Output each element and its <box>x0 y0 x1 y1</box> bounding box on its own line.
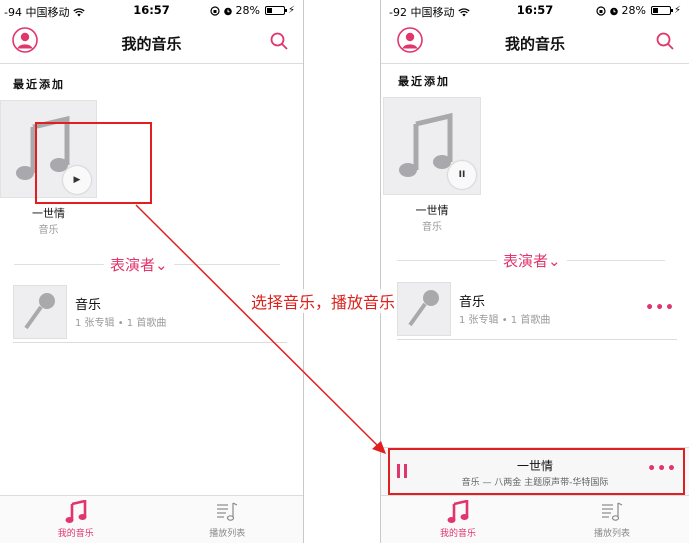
recently-added-heading: 最近添加 <box>13 78 65 91</box>
album-title: 一世情 <box>415 204 449 217</box>
search-icon[interactable] <box>655 31 675 51</box>
phone-screen-after: -92 中国移动 16:57 28% ⚡ 我的音乐 最近添加 II 一世情 音乐… <box>380 0 689 543</box>
status-bar: -92 中国移动 16:57 28% ⚡ <box>381 0 689 22</box>
more-options-icon[interactable]: ••• <box>645 300 675 316</box>
alarm-icon <box>223 7 232 15</box>
artist-thumbnail <box>397 282 451 336</box>
microphone-icon <box>408 290 439 327</box>
status-bar: -94 中国移动 16:57 28% ⚡ <box>0 0 303 22</box>
status-indicators: 28% ⚡ <box>209 4 295 17</box>
chevron-down-icon: ⌄ <box>155 256 168 274</box>
recently-added-heading: 最近添加 <box>398 75 450 88</box>
performers-dropdown[interactable]: 表演者⌄ <box>497 250 567 271</box>
music-note-icon <box>65 500 87 523</box>
microphone-icon <box>24 293 55 330</box>
tab-bar: 我的音乐 播放列表 <box>0 495 303 543</box>
artist-meta: 1 张专辑 • 1 首歌曲 <box>75 318 167 329</box>
now-playing-title: 一世情 <box>516 459 553 473</box>
pause-icon[interactable]: II <box>448 161 476 189</box>
tab-my-music[interactable]: 我的音乐 <box>381 500 535 539</box>
album-artwork[interactable]: ▶ <box>0 100 97 198</box>
page-title: 我的音乐 <box>504 35 565 53</box>
artist-row[interactable]: 音乐 1 张专辑 • 1 首歌曲 ••• <box>397 278 677 340</box>
navigation-bar: 我的音乐 <box>381 22 689 64</box>
battery-percent: 28% <box>235 4 260 17</box>
performers-divider: 表演者⌄ <box>14 254 280 275</box>
artist-name: 音乐 <box>459 295 486 310</box>
battery-icon <box>264 6 287 15</box>
album-artwork[interactable]: II <box>383 97 481 195</box>
rotation-lock-icon <box>209 5 220 16</box>
tab-bar: 我的音乐 播放列表 <box>381 495 689 543</box>
playlist-icon <box>602 502 623 521</box>
album-subtitle: 音乐 <box>38 225 59 236</box>
artist-meta: 1 张专辑 • 1 首歌曲 <box>459 315 551 326</box>
phone-screen-before: -94 中国移动 16:57 28% ⚡ 我的音乐 最近添加 ▶ 一世情 音乐 … <box>0 0 304 543</box>
performers-dropdown[interactable]: 表演者⌄ <box>104 254 174 275</box>
artist-thumbnail <box>13 285 67 339</box>
page-title: 我的音乐 <box>121 35 182 53</box>
alarm-icon <box>609 7 618 15</box>
album-subtitle: 音乐 <box>422 222 442 233</box>
performers-divider: 表演者⌄ <box>397 250 665 271</box>
charging-icon: ⚡ <box>673 5 681 16</box>
mini-player[interactable]: 一世情 音乐 — 八两金 主题原声带-华特国际 ••• <box>381 447 689 495</box>
more-options-icon[interactable]: ••• <box>647 461 677 477</box>
tab-playlists[interactable]: 播放列表 <box>152 500 304 539</box>
search-icon[interactable] <box>269 31 289 51</box>
now-playing-subtitle: 音乐 — 八两金 主题原声带-华特国际 <box>461 478 609 488</box>
playlist-icon <box>217 502 238 521</box>
artist-name: 音乐 <box>75 298 102 313</box>
tab-playlists[interactable]: 播放列表 <box>535 500 689 539</box>
status-indicators: 28% ⚡ <box>595 4 681 17</box>
chevron-down-icon: ⌄ <box>548 252 561 270</box>
album-title: 一世情 <box>32 207 65 220</box>
artist-row[interactable]: 音乐 1 张专辑 • 1 首歌曲 <box>13 281 287 343</box>
charging-icon: ⚡ <box>287 5 295 16</box>
rotation-lock-icon <box>595 5 606 16</box>
navigation-bar: 我的音乐 <box>0 22 303 64</box>
play-icon[interactable]: ▶ <box>63 166 91 194</box>
tab-my-music[interactable]: 我的音乐 <box>0 500 152 539</box>
music-note-icon <box>447 500 469 523</box>
battery-icon <box>650 6 673 15</box>
battery-percent: 28% <box>621 4 646 17</box>
